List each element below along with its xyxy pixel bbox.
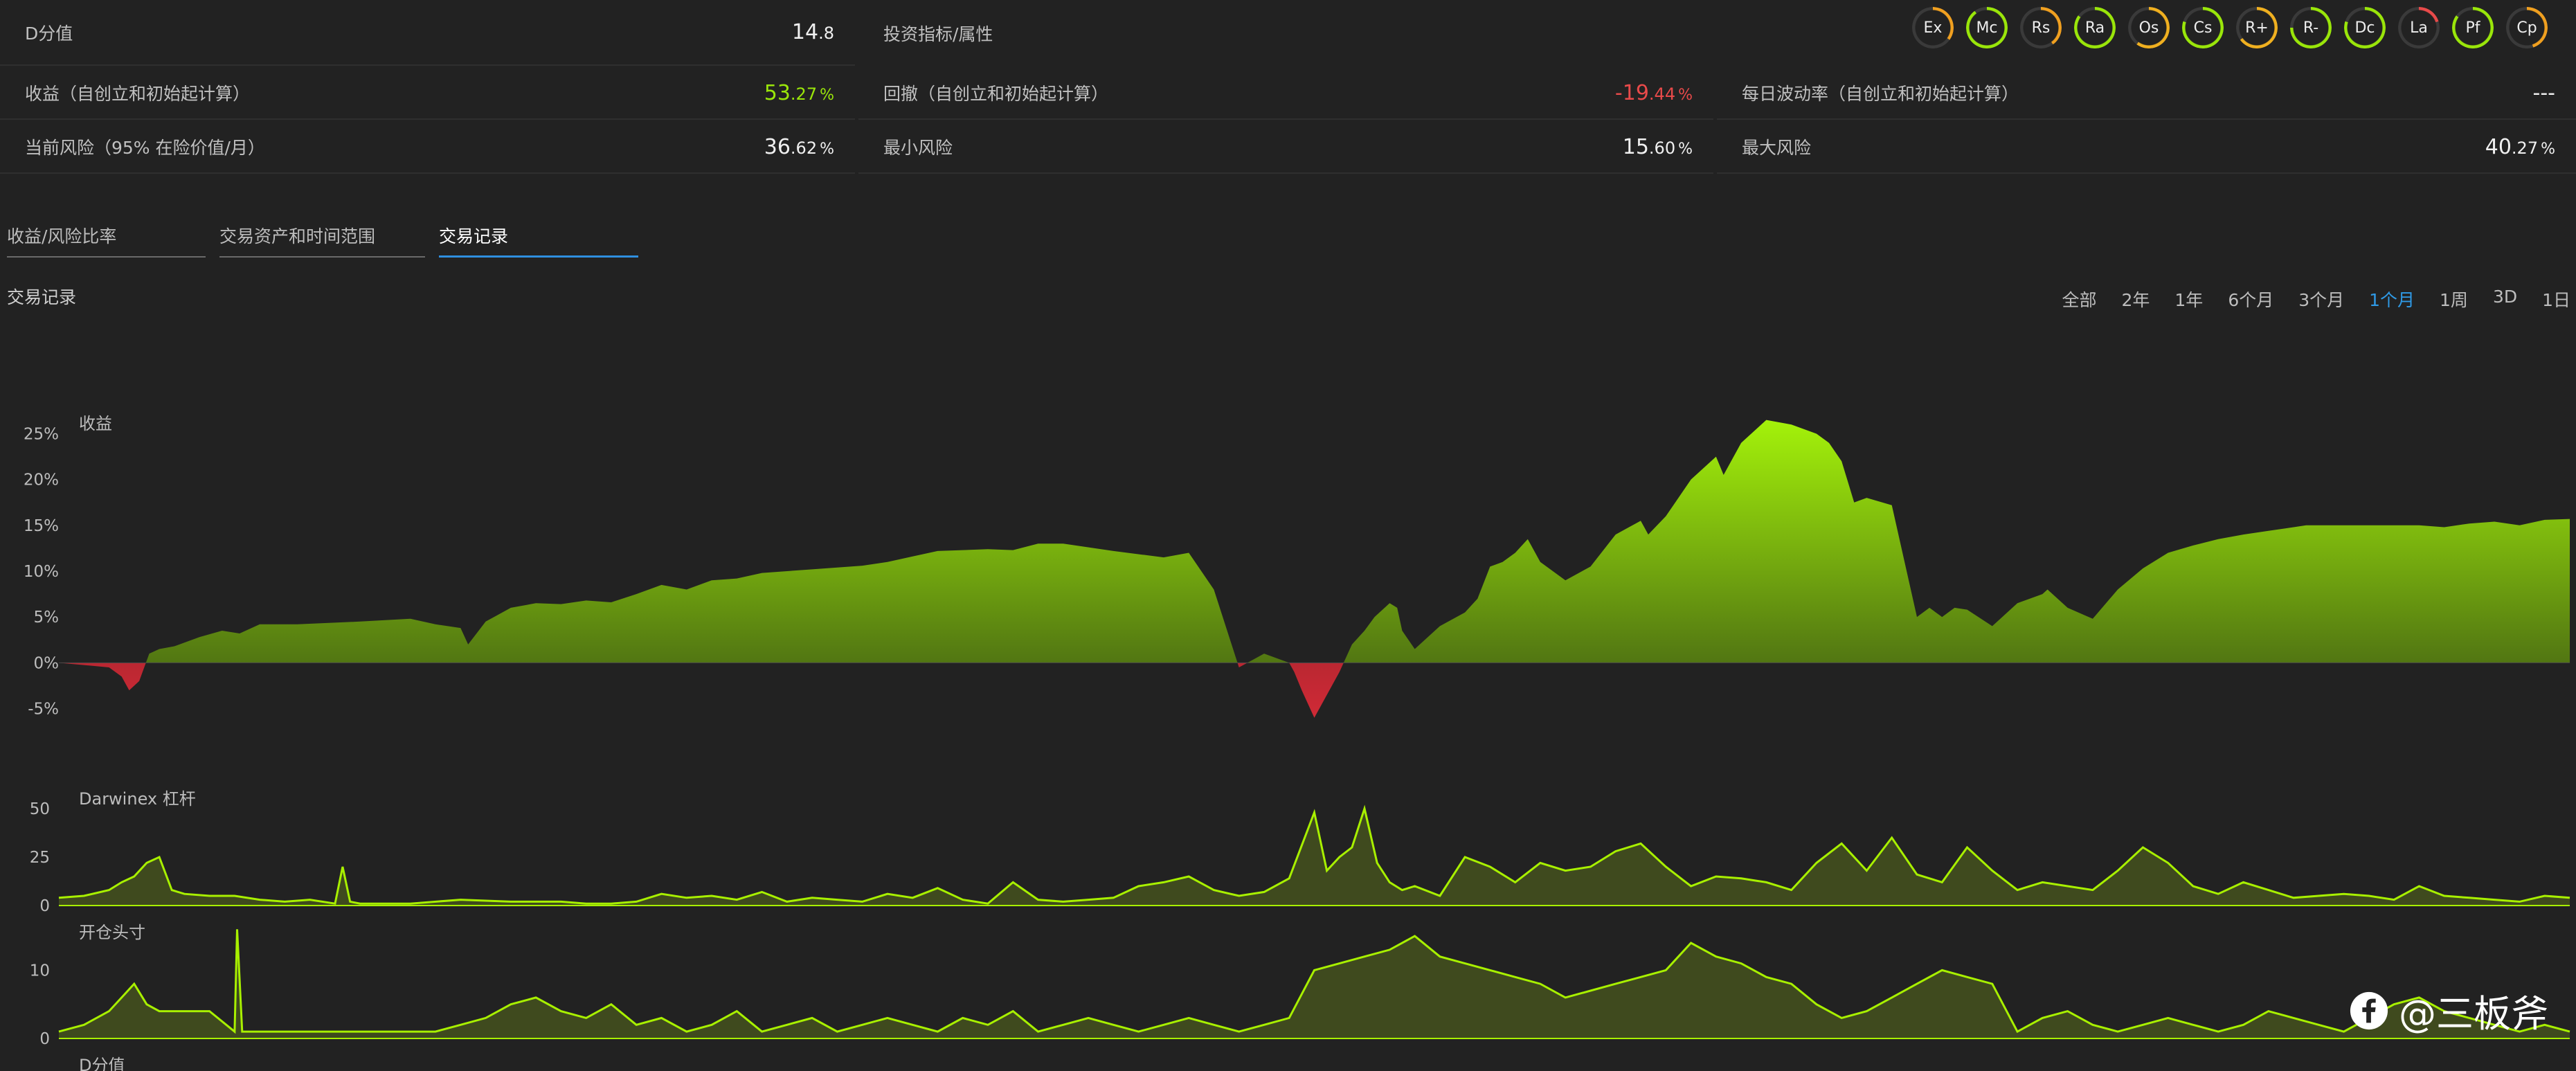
y-tick-label: 5%: [34, 609, 60, 627]
panel-area-2: [59, 929, 2570, 1038]
y-tick-label: 50: [30, 800, 50, 818]
y-tick-label: 0%: [34, 654, 60, 672]
y-tick-label: 15%: [24, 517, 59, 535]
y-tick-label: 20%: [24, 471, 59, 489]
y-tick-label: -5%: [28, 701, 59, 719]
y-tick-label: 25%: [24, 425, 59, 443]
watermark: @三板斧: [2349, 983, 2548, 1038]
y-tick-label: 10%: [24, 563, 59, 581]
panel-title-1: Darwinex 杠杆: [79, 789, 196, 809]
page-root: D分值 14.8 投资指标/属性 Ex Mc Rs Ra Os Cs R+ R- Dc La Pf C…: [0, 0, 2576, 1071]
social-logo-icon: [2350, 991, 2388, 1029]
watermark-text: @三板斧: [2399, 992, 2548, 1036]
y-tick-label: 10: [30, 962, 50, 980]
panel-title-2: 开仓头寸: [79, 923, 145, 942]
next-panel-title: D分值: [79, 1056, 125, 1071]
panel-title-0: 收益: [79, 414, 112, 433]
y-tick-label: 0: [39, 897, 50, 915]
trading-history-chart: 收益 25% 20% 15% 10% 5% 0% -5% Darwinex 杠杆 50 25 0 开仓头…: [24, 414, 2570, 1071]
y-tick-label: 25: [30, 849, 50, 867]
y-tick-label: 0: [39, 1030, 50, 1048]
panel-area-1: [59, 809, 2570, 906]
